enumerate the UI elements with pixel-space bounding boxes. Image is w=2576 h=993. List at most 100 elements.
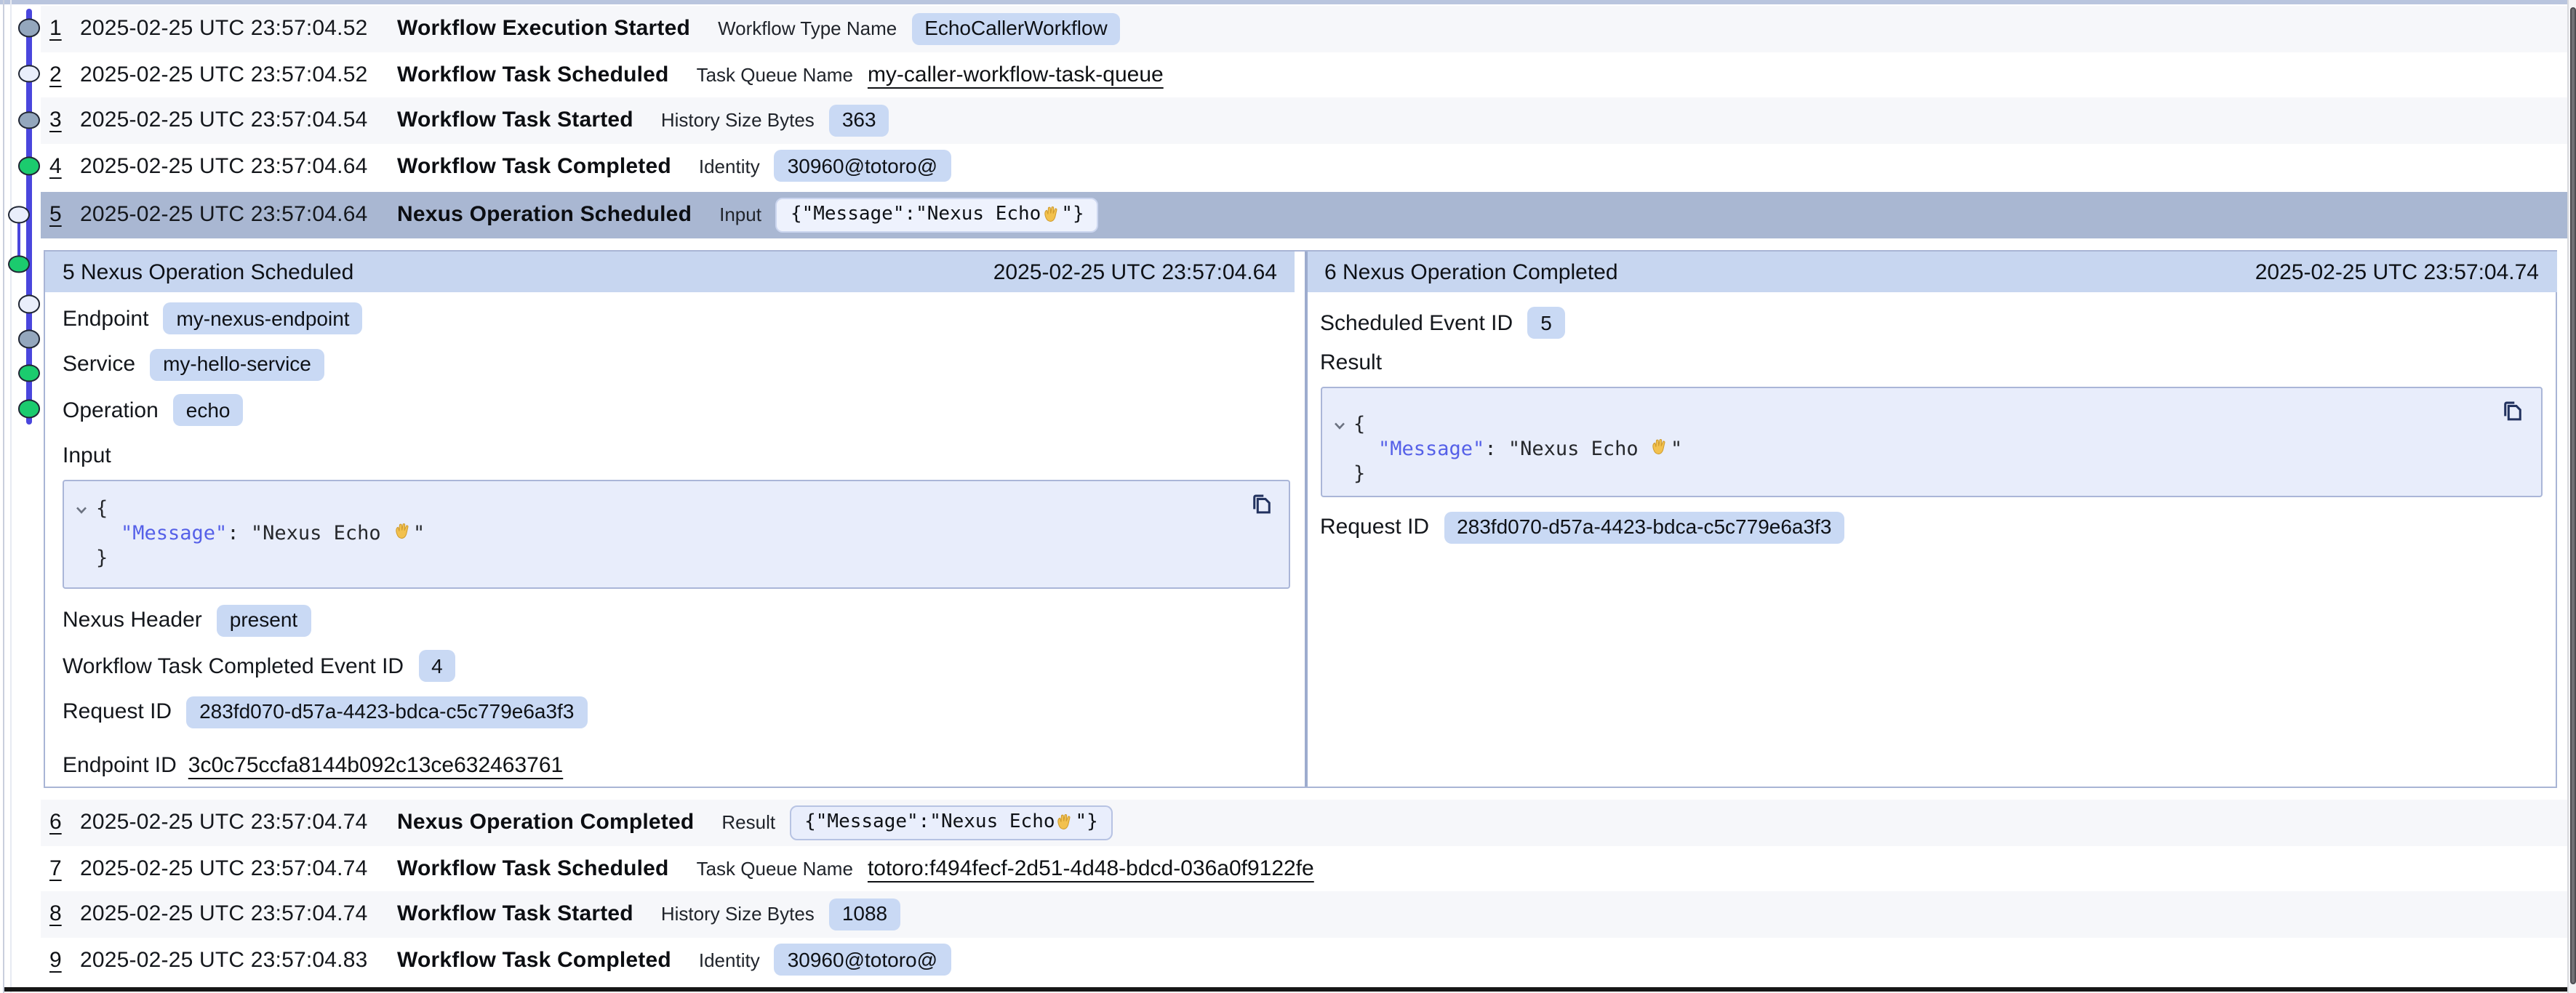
panel-title: 5 Nexus Operation Scheduled bbox=[63, 260, 353, 284]
field-label: Workflow Task Completed Event ID bbox=[63, 654, 404, 678]
field-wtc-event-id: Workflow Task Completed Event ID 4 bbox=[63, 650, 1290, 682]
copy-icon[interactable] bbox=[1247, 491, 1276, 520]
attr-value-json: {"Message":"Nexus Echo "} bbox=[776, 198, 1099, 233]
field-value-badge: 4 bbox=[418, 650, 456, 682]
event-id-link[interactable]: 9 bbox=[49, 948, 80, 973]
event-id-link[interactable]: 1 bbox=[49, 17, 80, 41]
attr-label: History Size Bytes bbox=[661, 110, 815, 132]
field-label: Nexus Header bbox=[63, 608, 202, 632]
timeline-event-dot[interactable] bbox=[18, 18, 40, 36]
panel-header: 6 Nexus Operation Completed 2025-02-25 U… bbox=[1307, 252, 2556, 292]
timeline-event-dot[interactable] bbox=[18, 329, 40, 347]
attr-label: History Size Bytes bbox=[661, 904, 815, 925]
json-key: "Message" bbox=[121, 521, 227, 544]
field-value-badge: my-nexus-endpoint bbox=[163, 302, 362, 334]
copy-icon[interactable] bbox=[2498, 398, 2527, 427]
json-key: "Message" bbox=[1378, 437, 1484, 460]
field-label: Request ID bbox=[1320, 515, 1429, 539]
waving-hand-emoji bbox=[1650, 437, 1671, 457]
bottom-rule bbox=[4, 986, 2569, 991]
field-label: Operation bbox=[63, 398, 159, 422]
panel-timestamp: 2025-02-25 UTC 23:57:04.64 bbox=[993, 260, 1277, 284]
field-endpoint-id: Endpoint ID 3c0c75ccfa8144b092c13ce63246… bbox=[63, 749, 1290, 781]
event-timestamp: 2025-02-25 UTC 23:57:04.64 bbox=[80, 154, 397, 179]
waving-hand-emoji bbox=[1041, 205, 1061, 225]
event-id-link[interactable]: 2 bbox=[49, 63, 80, 87]
field-result-label: Result bbox=[1320, 347, 2542, 379]
timeline-event-dot[interactable] bbox=[18, 363, 40, 382]
field-operation: Operation echo bbox=[63, 394, 1290, 426]
timeline-event-dot[interactable] bbox=[18, 399, 40, 417]
field-nexus-header: Nexus Header present bbox=[63, 604, 1290, 636]
json-close-brace: } bbox=[1353, 462, 1365, 485]
timeline-event-dot[interactable] bbox=[18, 64, 40, 82]
event-name: Workflow Task Completed bbox=[397, 154, 671, 179]
event-row[interactable]: 3 2025-02-25 UTC 23:57:04.54 Workflow Ta… bbox=[41, 97, 2569, 143]
event-row[interactable]: 1 2025-02-25 UTC 23:57:04.52 Workflow Ex… bbox=[41, 6, 2569, 52]
panel-title: 6 Nexus Operation Completed bbox=[1324, 260, 1618, 284]
json-value: "Nexus Echo " bbox=[1508, 437, 1682, 460]
chevron-down-icon[interactable] bbox=[1332, 415, 1346, 438]
field-scheduled-event-id: Scheduled Event ID 5 bbox=[1320, 307, 2542, 339]
timeline-event-dot[interactable] bbox=[18, 294, 40, 313]
scrollbar-thumb[interactable] bbox=[2569, 7, 2575, 984]
workflow-history-view: 1 2025-02-25 UTC 23:57:04.52 Workflow Ex… bbox=[0, 0, 2576, 993]
field-label: Input bbox=[63, 443, 111, 468]
timeline-event-dot[interactable] bbox=[18, 156, 40, 174]
event-id-link[interactable]: 3 bbox=[49, 108, 80, 133]
event-timestamp: 2025-02-25 UTC 23:57:04.64 bbox=[80, 203, 397, 228]
json-separator: : bbox=[227, 521, 251, 544]
event-id-link[interactable]: 4 bbox=[49, 154, 80, 179]
attr-value-link[interactable]: totoro:f494fecf-2d51-4d48-bdcd-036a0f912… bbox=[868, 856, 1314, 881]
event-row[interactable]: 6 2025-02-25 UTC 23:57:04.74 Nexus Opera… bbox=[41, 800, 2569, 845]
event-row[interactable]: 9 2025-02-25 UTC 23:57:04.83 Workflow Ta… bbox=[41, 937, 2569, 983]
json-open-brace: { bbox=[96, 496, 108, 520]
field-request-id: Request ID 283fd070-d57a-4423-bdca-c5c77… bbox=[1320, 511, 2542, 543]
event-name: Workflow Task Completed bbox=[397, 948, 671, 973]
waving-hand-emoji bbox=[393, 521, 413, 542]
event-timestamp: 2025-02-25 UTC 23:57:04.74 bbox=[80, 902, 397, 927]
field-label: Endpoint bbox=[63, 306, 148, 331]
panel-timestamp: 2025-02-25 UTC 23:57:04.74 bbox=[2255, 260, 2539, 284]
event-timestamp: 2025-02-25 UTC 23:57:04.54 bbox=[80, 108, 397, 133]
field-value-badge: my-hello-service bbox=[150, 348, 324, 380]
attr-label: Input bbox=[719, 204, 761, 226]
event-timeline-minimap bbox=[0, 0, 44, 436]
json-close-brace: } bbox=[96, 546, 108, 569]
timeline-event-dot[interactable] bbox=[8, 254, 30, 273]
event-name: Workflow Task Started bbox=[397, 108, 633, 133]
event-row[interactable]: 2 2025-02-25 UTC 23:57:04.52 Workflow Ta… bbox=[41, 52, 2569, 97]
event-id-link[interactable]: 8 bbox=[49, 902, 80, 927]
json-separator: : bbox=[1484, 437, 1508, 460]
field-label: Result bbox=[1320, 350, 1382, 375]
field-value-badge: 283fd070-d57a-4423-bdca-c5c779e6a3f3 bbox=[186, 696, 587, 728]
panel-nexus-operation-completed: 6 Nexus Operation Completed 2025-02-25 U… bbox=[1307, 252, 2556, 787]
event-id-link[interactable]: 6 bbox=[49, 811, 80, 835]
chevron-down-icon[interactable] bbox=[74, 499, 89, 523]
event-row[interactable]: 8 2025-02-25 UTC 23:57:04.74 Workflow Ta… bbox=[41, 891, 2569, 937]
endpoint-id-link[interactable]: 3c0c75ccfa8144b092c13ce632463761 bbox=[188, 753, 563, 778]
json-value: "Nexus Echo " bbox=[251, 521, 425, 544]
timeline-event-dot[interactable] bbox=[8, 205, 30, 223]
input-code-block: { "Message": "Nexus Echo " } bbox=[63, 479, 1290, 588]
field-label: Scheduled Event ID bbox=[1320, 310, 1513, 335]
waving-hand-emoji bbox=[1055, 813, 1076, 833]
attr-value-badge: 30960@totoro@ bbox=[775, 150, 951, 182]
field-label: Endpoint ID bbox=[63, 753, 177, 778]
event-id-link[interactable]: 5 bbox=[49, 203, 80, 228]
timeline-event-dot[interactable] bbox=[18, 110, 40, 129]
attr-label: Identity bbox=[699, 156, 760, 177]
event-timestamp: 2025-02-25 UTC 23:57:04.74 bbox=[80, 811, 397, 835]
event-timestamp: 2025-02-25 UTC 23:57:04.74 bbox=[80, 856, 397, 881]
event-name: Nexus Operation Completed bbox=[397, 811, 694, 835]
result-code-block: { "Message": "Nexus Echo " } bbox=[1320, 386, 2542, 496]
event-row-selected[interactable]: 5 2025-02-25 UTC 23:57:04.64 Nexus Opera… bbox=[41, 192, 2569, 238]
event-timestamp: 2025-02-25 UTC 23:57:04.52 bbox=[80, 17, 397, 41]
event-id-link[interactable]: 7 bbox=[49, 856, 80, 881]
attr-value-badge: 1088 bbox=[829, 898, 900, 930]
event-timestamp: 2025-02-25 UTC 23:57:04.52 bbox=[80, 63, 397, 87]
attr-value-link[interactable]: my-caller-workflow-task-queue bbox=[868, 63, 1164, 87]
event-row[interactable]: 4 2025-02-25 UTC 23:57:04.64 Workflow Ta… bbox=[41, 143, 2569, 189]
event-row[interactable]: 7 2025-02-25 UTC 23:57:04.74 Workflow Ta… bbox=[41, 845, 2569, 891]
json-open-brace: { bbox=[1353, 412, 1365, 435]
